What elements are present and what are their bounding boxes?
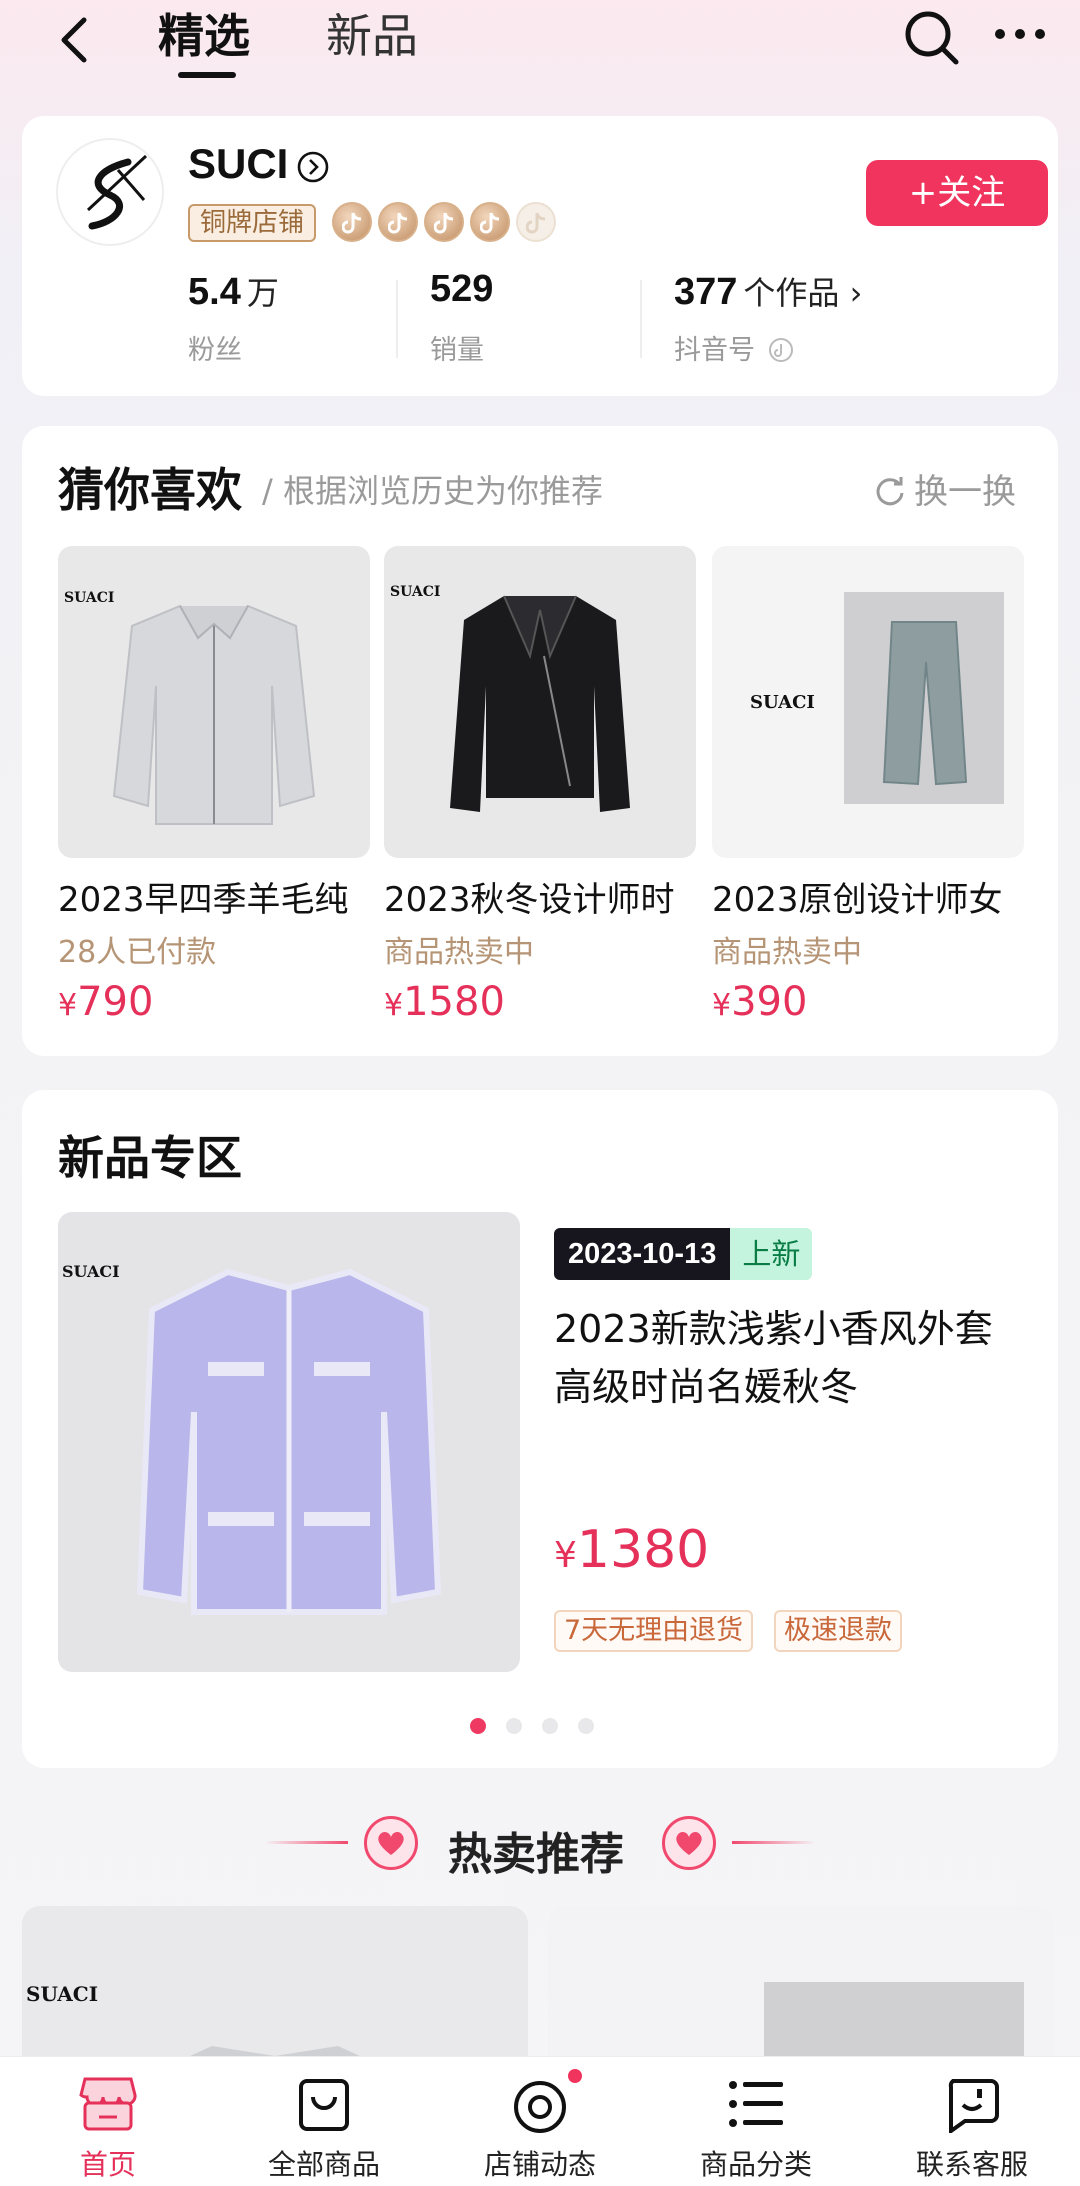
shop-home-icon bbox=[79, 2077, 137, 2131]
carousel-dot[interactable] bbox=[578, 1718, 594, 1734]
guess-subtitle: / 根据浏览历史为你推荐 bbox=[262, 472, 603, 510]
medal-icon bbox=[424, 202, 464, 242]
shop-name[interactable]: SUCI bbox=[188, 140, 288, 188]
heart-icon bbox=[364, 1816, 418, 1870]
nav-all-products[interactable]: 全部商品 bbox=[216, 2057, 432, 2186]
category-list-icon bbox=[729, 2081, 783, 2127]
douyin-id-label: 抖音号 bbox=[674, 328, 794, 367]
jeans-image-panel bbox=[844, 592, 1004, 804]
product-title: 2023秋冬设计师时 bbox=[384, 880, 675, 920]
product-sales-note: 商品热卖中 bbox=[384, 935, 534, 970]
divider bbox=[640, 280, 642, 358]
product-title: 2023早四季羊毛纯 bbox=[58, 880, 349, 920]
tweed-jacket-image bbox=[136, 1268, 442, 1615]
hot-recommend-title: 热卖推荐 bbox=[448, 1829, 624, 1880]
guess-title: 猜你喜欢 bbox=[58, 463, 242, 517]
new-arrivals-section: 新品专区 SUACI 2023-10-13 上新 2023新款浅紫小香风外套高级… bbox=[22, 1090, 1058, 1768]
tab-featured[interactable]: 精选 bbox=[158, 6, 250, 66]
fast-refund-chip: 极速退款 bbox=[774, 1610, 902, 1652]
product-sales-note: 商品热卖中 bbox=[712, 935, 862, 970]
notification-dot bbox=[568, 2069, 582, 2083]
bottom-nav: 首页 全部商品 店铺动态 商品分类 联系客服 bbox=[0, 2056, 1080, 2186]
active-tab-indicator bbox=[178, 72, 236, 78]
nav-shop-feed[interactable]: 店铺动态 bbox=[432, 2057, 648, 2186]
product-image[interactable]: SUACI bbox=[58, 546, 370, 858]
carousel-dot[interactable] bbox=[506, 1718, 522, 1734]
more-options-icon[interactable] bbox=[990, 14, 1050, 54]
refresh-icon bbox=[876, 477, 904, 506]
heart-icon bbox=[662, 1816, 716, 1870]
product-sales-note: 28人已付款 bbox=[58, 935, 217, 970]
product-price: ¥390 bbox=[712, 979, 808, 1025]
refresh-button[interactable]: 换一换 bbox=[874, 464, 1016, 513]
product-card[interactable]: SUACI 2023秋冬设计师时 商品热卖中 ¥1580 bbox=[384, 546, 696, 1025]
medal-icon bbox=[378, 202, 418, 242]
return-policy-chip: 7天无理由退货 bbox=[554, 1610, 754, 1652]
release-date: 2023-10-13 bbox=[554, 1228, 731, 1280]
divider bbox=[396, 280, 398, 358]
top-nav: 精选 新品 bbox=[0, 0, 1080, 90]
douyin-icon bbox=[768, 338, 793, 362]
shopping-bag-icon bbox=[299, 2079, 349, 2131]
chevron-right-circle-icon[interactable] bbox=[296, 150, 330, 184]
back-arrow-icon[interactable] bbox=[50, 10, 98, 70]
fans-label: 粉丝 bbox=[188, 335, 242, 366]
product-card[interactable]: SUACI 2023早四季羊毛纯 28人已付款 ¥790 bbox=[58, 546, 370, 1025]
shop-level-badge: 铜牌店铺 bbox=[188, 204, 317, 242]
shop-logo[interactable] bbox=[56, 138, 164, 246]
jeans-image bbox=[882, 621, 968, 786]
product-image[interactable]: SUACI bbox=[712, 546, 1024, 858]
nav-categories[interactable]: 商品分类 bbox=[648, 2057, 864, 2186]
decor-line bbox=[264, 1841, 348, 1844]
fans-count[interactable]: 5.4 万 bbox=[188, 268, 279, 314]
medal-icon bbox=[332, 202, 372, 242]
product-price: ¥790 bbox=[58, 979, 154, 1025]
product-title: 2023原创设计师女 bbox=[712, 880, 1003, 920]
sales-count: 529 bbox=[430, 268, 494, 310]
vinyl-record-icon bbox=[514, 2081, 566, 2133]
carousel-dot[interactable] bbox=[542, 1718, 558, 1734]
medal-icon bbox=[470, 202, 510, 242]
brand-logo-icon bbox=[86, 154, 148, 230]
sales-label: 销量 bbox=[430, 335, 484, 366]
nav-customer-service[interactable]: 联系客服 bbox=[864, 2057, 1080, 2186]
release-date-tag: 2023-10-13 上新 bbox=[554, 1228, 813, 1280]
carousel-dot[interactable] bbox=[470, 1718, 486, 1734]
follow-button[interactable]: +关注 bbox=[866, 160, 1048, 226]
guess-you-like-section: 猜你喜欢 / 根据浏览历史为你推荐 换一换 SUACI 2023早四季羊毛纯 2… bbox=[22, 426, 1058, 1056]
nav-home[interactable]: 首页 bbox=[0, 2057, 216, 2186]
tab-new[interactable]: 新品 bbox=[326, 6, 418, 66]
medal-locked-icon bbox=[516, 202, 556, 242]
new-badge: 上新 bbox=[730, 1228, 813, 1280]
search-icon[interactable] bbox=[900, 6, 964, 70]
product-price: ¥1580 bbox=[384, 979, 505, 1025]
decor-line bbox=[732, 1841, 816, 1844]
chat-service-icon bbox=[948, 2079, 999, 2135]
new-product-image[interactable]: SUACI bbox=[58, 1212, 520, 1672]
shop-info-card: SUCI 铜牌店铺 +关注 5.4 万 粉丝 529 销量 377 个作品 › 抖音… bbox=[22, 116, 1058, 396]
works-count[interactable]: 377 个作品 › bbox=[674, 268, 862, 314]
new-zone-title: 新品专区 bbox=[58, 1131, 242, 1185]
product-card[interactable]: SUACI 2023原创设计师女 商品热卖中 ¥390 bbox=[712, 546, 1024, 1025]
product-image[interactable]: SUACI bbox=[384, 546, 696, 858]
new-product-title[interactable]: 2023新款浅紫小香风外套高级时尚名媛秋冬 bbox=[554, 1300, 1024, 1416]
new-product-price: ¥1380 bbox=[554, 1520, 710, 1580]
